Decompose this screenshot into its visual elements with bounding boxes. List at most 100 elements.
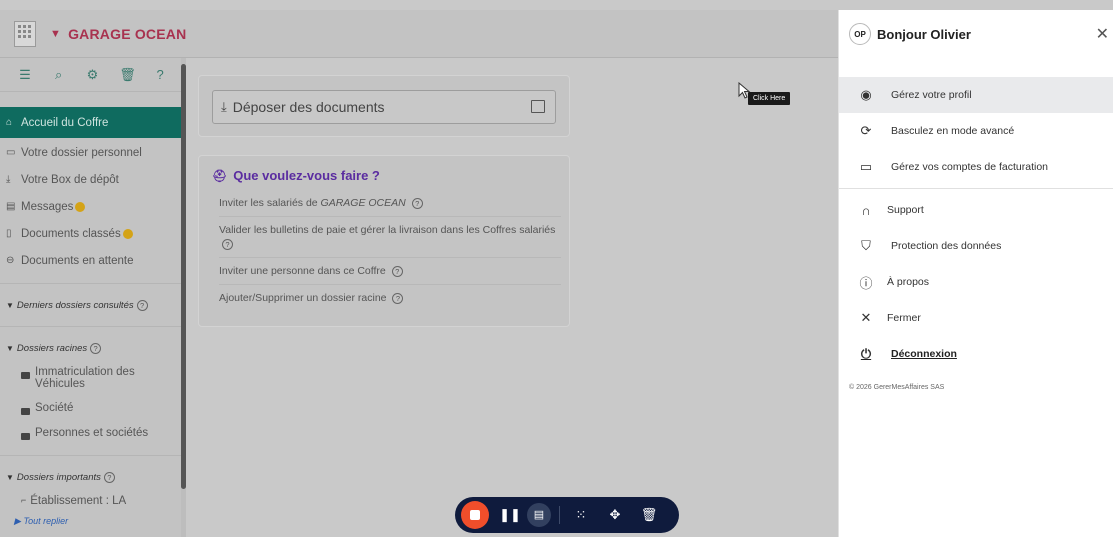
action-text: Valider les bulletins de paie et gérer l… xyxy=(219,224,556,236)
sidebar-item-label: Documents classés xyxy=(21,227,121,240)
avatar: OP xyxy=(849,23,871,45)
upload-dropzone[interactable]: ⤓ Déposer des documents xyxy=(212,90,556,124)
close-icon[interactable]: ✕ xyxy=(1096,24,1109,44)
notes-icon[interactable]: ▤ xyxy=(527,503,551,527)
action-invite-person[interactable]: Inviter une personne dans ce Coffre ? xyxy=(219,258,561,285)
credit-card-icon: ▭ xyxy=(859,159,873,174)
menu-item-data-protection[interactable]: ⛉ Protection des données xyxy=(839,228,1113,264)
folder-label: Établissement : LA xyxy=(30,495,127,507)
collapse-menu-icon[interactable]: ☰ xyxy=(18,67,32,83)
action-invite-employees[interactable]: Inviter les salariés de GARAGE OCEAN ? xyxy=(219,190,561,217)
sidebar-item-documents-attente[interactable]: ⊖ Documents en attente xyxy=(0,247,185,274)
sidebar-nav: ⌂ Accueil du Coffre ▭ Votre dossier pers… xyxy=(0,107,185,274)
sidebar-toolbar: ☰ ⌕ ⚙ 🗑 ? xyxy=(0,58,185,92)
sidebar-item-box-depot[interactable]: ⤓ Votre Box de dépôt xyxy=(0,166,185,193)
section-important-folders[interactable]: ▼ Dossiers importants ? xyxy=(0,465,185,489)
search-icon[interactable]: ⌕ xyxy=(52,67,66,83)
click-here-tooltip: Click Here xyxy=(748,92,791,105)
menu-item-advanced-mode[interactable]: ⟳ Basculez en mode avancé xyxy=(839,113,1113,149)
help-icon[interactable]: ? xyxy=(103,471,115,483)
help-icon[interactable]: ? xyxy=(222,239,233,250)
sidebar-item-label: Documents en attente xyxy=(21,254,134,267)
divider xyxy=(0,283,185,284)
section-title: Dossiers importants xyxy=(16,471,101,483)
collapse-all-label: Tout replier xyxy=(23,516,69,526)
caret-down-icon: ▼ xyxy=(6,343,14,353)
trash-icon[interactable]: 🗑 xyxy=(119,67,136,83)
stop-record-button[interactable] xyxy=(461,501,489,529)
sidebar-item-label: Messages xyxy=(21,200,74,213)
help-icon[interactable]: ? xyxy=(411,198,423,209)
section-title: Derniers dossiers consultés xyxy=(16,299,134,311)
sidebar-item-messages[interactable]: ▤ Messages xyxy=(0,193,185,220)
folder-label: Société xyxy=(35,402,74,414)
move-icon[interactable]: ✥ xyxy=(602,507,628,523)
folder-item[interactable]: Société xyxy=(0,396,185,421)
document-icon: ▯ xyxy=(6,228,12,239)
action-validate-payslips[interactable]: Valider les bulletins de paie et gérer l… xyxy=(219,217,561,258)
menu-item-profile[interactable]: ◉ Gérez votre profil xyxy=(839,77,1113,113)
actions-title-text: Que voulez-vous faire ? xyxy=(233,168,380,183)
shield-check-icon: ⛉ xyxy=(861,238,871,253)
menu-item-close[interactable]: ✕ Fermer xyxy=(839,300,1113,336)
company-selector[interactable]: ▼ GARAGE OCEAN xyxy=(50,26,186,42)
tree-line-icon: ⌐ xyxy=(21,495,27,505)
menu-item-label: À propos xyxy=(887,276,930,288)
recorder-toolbar: ❚❚ ▤ ⁙ ✥ 🗑 xyxy=(455,497,679,533)
company-name: GARAGE OCEAN xyxy=(68,25,187,42)
inbox-icon: ⊖ xyxy=(6,255,15,266)
caret-down-icon: ▼ xyxy=(6,472,14,482)
menu-item-billing[interactable]: ▭ Gérez vos comptes de facturation xyxy=(839,149,1113,185)
notification-badge xyxy=(75,201,86,212)
scrollbar-thumb[interactable] xyxy=(181,64,186,489)
panel-header: OP Bonjour Olivier ✕ xyxy=(839,10,1113,58)
help-icon[interactable]: ? xyxy=(90,342,102,354)
folder-item[interactable]: ⌐ Établissement : LA xyxy=(0,489,185,513)
help-icon[interactable]: ? xyxy=(153,67,167,82)
power-icon: ⏻ xyxy=(860,346,872,361)
greeting: Bonjour Olivier xyxy=(877,26,971,42)
folder-label: Immatriculation des Véhicules xyxy=(35,366,135,390)
divider xyxy=(0,455,185,456)
collapse-all-link[interactable]: ▶ Tout replier xyxy=(0,516,185,527)
sidebar: ☰ ⌕ ⚙ 🗑 ? ⌂ Accueil du Coffre ▭ Votre do… xyxy=(0,58,186,537)
sidebar-item-accueil[interactable]: ⌂ Accueil du Coffre xyxy=(0,107,185,138)
sidebar-item-documents-classes[interactable]: ▯ Documents classés xyxy=(0,220,185,247)
grid-icon[interactable]: ⁙ xyxy=(568,507,594,523)
action-manage-root-folders[interactable]: Ajouter/Supprimer un dossier racine ? xyxy=(219,285,561,311)
copyright: © 2026 GererMesAffaires SAS xyxy=(849,384,945,391)
close-icon: ✕ xyxy=(860,310,872,325)
panel-menu: ◉ Gérez votre profil ⟳ Basculez en mode … xyxy=(839,77,1113,372)
caret-down-icon: ▼ xyxy=(50,27,62,40)
actions-card: ⛑ Que voulez-vous faire ? Inviter les sa… xyxy=(198,155,570,327)
home-icon: ⌂ xyxy=(6,117,13,128)
notification-badge xyxy=(122,228,133,239)
trash-icon[interactable]: 🗑 xyxy=(636,507,662,523)
help-icon[interactable]: ? xyxy=(136,299,148,311)
menu-item-about[interactable]: ⓘ À propos xyxy=(839,264,1113,300)
menu-item-logout[interactable]: ⏻ Déconnexion xyxy=(839,336,1113,372)
headset-icon: ∩ xyxy=(861,202,871,218)
section-root-folders[interactable]: ▼ Dossiers racines ? xyxy=(0,336,185,360)
sidebar-item-dossier-personnel[interactable]: ▭ Votre dossier personnel xyxy=(0,139,185,166)
action-emphasis: GARAGE OCEAN xyxy=(320,197,406,209)
building-icon[interactable] xyxy=(14,20,36,47)
sidebar-item-label: Votre Box de dépôt xyxy=(21,173,119,186)
folder-icon xyxy=(21,372,30,379)
folder-item[interactable]: Personnes et sociétés xyxy=(0,421,185,446)
divider xyxy=(0,326,185,327)
help-icon[interactable]: ? xyxy=(392,293,404,304)
action-text: Inviter les salariés de xyxy=(219,197,321,209)
sidebar-scrollbar[interactable] xyxy=(181,58,186,537)
pause-icon[interactable]: ❚❚ xyxy=(497,507,523,523)
help-icon[interactable]: ? xyxy=(391,266,403,277)
scanner-icon[interactable] xyxy=(531,100,545,113)
menu-item-label: Déconnexion xyxy=(891,348,957,360)
sync-icon: ⟳ xyxy=(860,123,872,138)
menu-item-support[interactable]: ∩ Support xyxy=(839,192,1113,228)
menu-item-label: Basculez en mode avancé xyxy=(891,125,1015,137)
settings-icon[interactable]: ⚙ xyxy=(85,67,99,83)
folder-item[interactable]: Immatriculation des Véhicules xyxy=(0,360,185,396)
folder-icon xyxy=(21,408,30,415)
section-recent-folders[interactable]: ▼ Derniers dossiers consultés ? xyxy=(0,293,185,317)
